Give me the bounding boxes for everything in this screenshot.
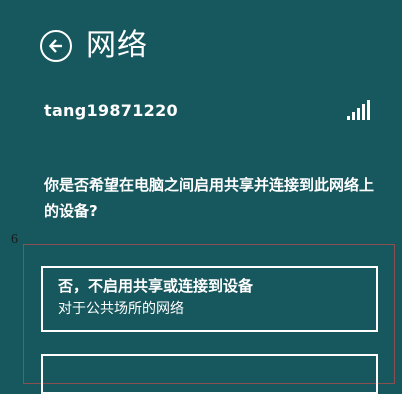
back-button[interactable] xyxy=(40,30,72,62)
option-enable-sharing[interactable] xyxy=(41,354,378,394)
page-title: 网络 xyxy=(86,28,148,63)
sharing-question: 你是否希望在电脑之间启用共享并连接到此网络上的设备? xyxy=(44,176,375,220)
option-no-sharing[interactable]: 否，不启用共享或连接到设备 对于公共场所的网络 xyxy=(41,266,378,332)
signal-bar xyxy=(362,104,365,120)
signal-bar xyxy=(347,116,350,120)
network-row: tang19871220 xyxy=(44,98,370,122)
header: 网络 xyxy=(40,26,148,66)
option-subtitle: 对于公共场所的网络 xyxy=(58,301,184,317)
annotation-marker: 6 xyxy=(11,232,18,247)
signal-bar xyxy=(367,100,370,120)
back-arrow-icon xyxy=(48,39,62,53)
signal-bar xyxy=(352,112,355,120)
signal-strength-icon xyxy=(347,100,370,120)
signal-bar xyxy=(357,108,360,120)
network-settings-panel: 网络 tang19871220 你是否希望在电脑之间启用共享并连接到此网络上的设… xyxy=(0,0,402,394)
network-name: tang19871220 xyxy=(44,100,178,120)
option-title: 否，不启用共享或连接到设备 xyxy=(58,277,254,295)
